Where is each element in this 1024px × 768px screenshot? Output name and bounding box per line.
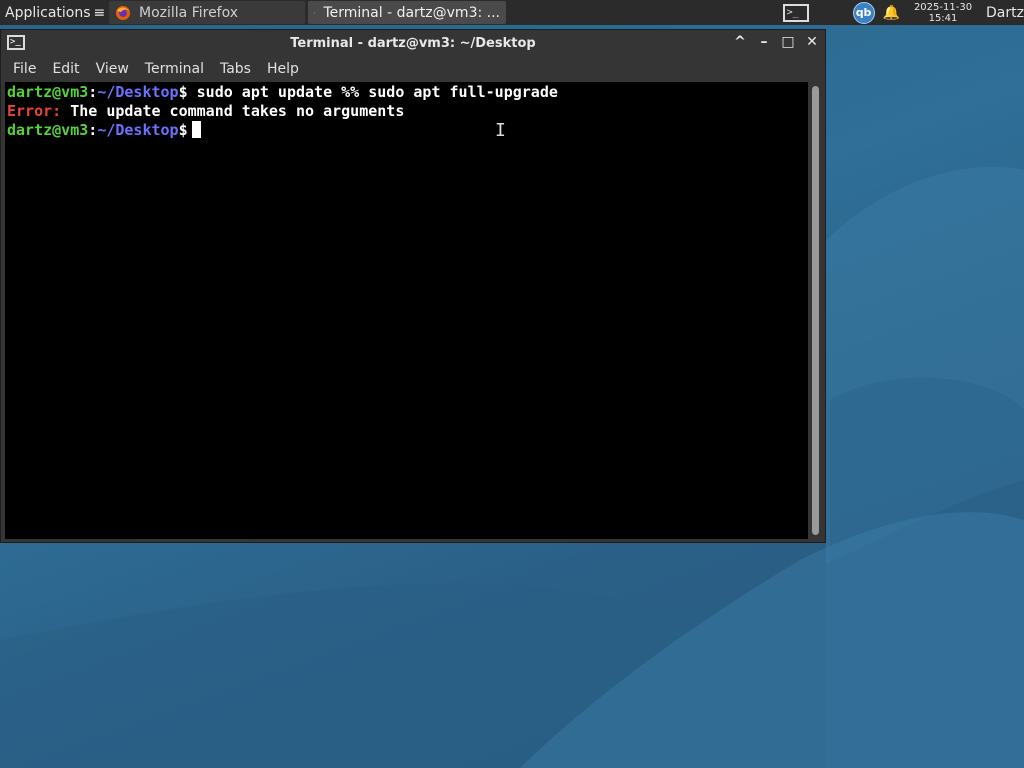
terminal-icon	[314, 11, 316, 14]
minimize-button[interactable]: –	[757, 34, 771, 50]
clock-time: 15:41	[928, 12, 958, 24]
prompt-separator: :	[88, 121, 98, 139]
terminal-scrollbar[interactable]	[810, 82, 822, 539]
keep-above-icon[interactable]: ^	[733, 34, 747, 50]
clock-date: 2025-11-30	[913, 1, 973, 13]
terminal-line: Error: The update command takes no argum…	[7, 102, 808, 121]
text-cursor	[191, 121, 201, 138]
terminal-output[interactable]: dartz@vm3:~/Desktop$ sudo apt update %% …	[5, 82, 808, 539]
menu-file[interactable]: File	[5, 61, 44, 77]
menu-view[interactable]: View	[88, 61, 137, 77]
menu-help[interactable]: Help	[259, 61, 307, 77]
mouse-ibeam-cursor-icon: I	[495, 120, 506, 141]
menu-edit[interactable]: Edit	[44, 61, 87, 77]
command-text: sudo apt update %% sudo apt full-upgrade	[187, 83, 558, 101]
applications-label: Applications	[5, 4, 91, 21]
prompt-symbol: $	[178, 121, 188, 139]
terminal-line: dartz@vm3:~/Desktop$ sudo apt update %% …	[7, 83, 808, 102]
terminal-window: >_ Terminal - dartz@vm3: ~/Desktop ^ – □…	[0, 29, 826, 543]
qbittorrent-tray-icon[interactable]: qb	[852, 1, 875, 24]
prompt-symbol: $	[178, 83, 188, 101]
menu-bar: File Edit View Terminal Tabs Help	[1, 57, 825, 81]
menu-terminal[interactable]: Terminal	[137, 61, 212, 77]
prompt-path: ~/Desktop	[97, 83, 179, 101]
menu-chevron-icon: ≡	[93, 4, 106, 21]
prompt-user: dartz@vm3	[7, 121, 89, 139]
taskbar-item-firefox[interactable]: Mozilla Firefox	[109, 1, 305, 24]
firefox-icon	[116, 5, 130, 20]
taskbar-item-label: Mozilla Firefox	[139, 4, 239, 21]
window-title: Terminal - dartz@vm3: ~/Desktop	[290, 36, 536, 51]
menu-tabs[interactable]: Tabs	[212, 61, 259, 77]
applications-menu-button[interactable]: Applications ≡	[0, 0, 106, 25]
maximize-button[interactable]: □	[781, 34, 795, 50]
prompt-user: dartz@vm3	[7, 83, 89, 101]
terminal-launcher-icon[interactable]: >_	[782, 3, 809, 22]
close-button[interactable]: ✕	[805, 34, 819, 50]
taskbar-item-label: Terminal - dartz@vm3: ...	[323, 4, 500, 21]
top-panel: Applications ≡ Mozilla Firefox Terminal …	[0, 0, 1024, 25]
prompt-path: ~/Desktop	[97, 121, 179, 139]
window-titlebar[interactable]: >_ Terminal - dartz@vm3: ~/Desktop ^ – □…	[1, 30, 825, 57]
scrollbar-thumb[interactable]	[812, 86, 819, 535]
clock[interactable]: 2025-11-30 15:41	[908, 2, 978, 24]
error-label: Error:	[7, 102, 62, 120]
prompt-separator: :	[88, 83, 98, 101]
error-message: The update command takes no arguments	[61, 102, 405, 120]
taskbar-item-terminal[interactable]: Terminal - dartz@vm3: ...	[308, 1, 506, 24]
terminal-line: dartz@vm3:~/Desktop$	[7, 121, 808, 140]
notification-bell-icon[interactable]: 🔔	[883, 5, 900, 21]
user-menu[interactable]: Dartz	[986, 5, 1024, 21]
